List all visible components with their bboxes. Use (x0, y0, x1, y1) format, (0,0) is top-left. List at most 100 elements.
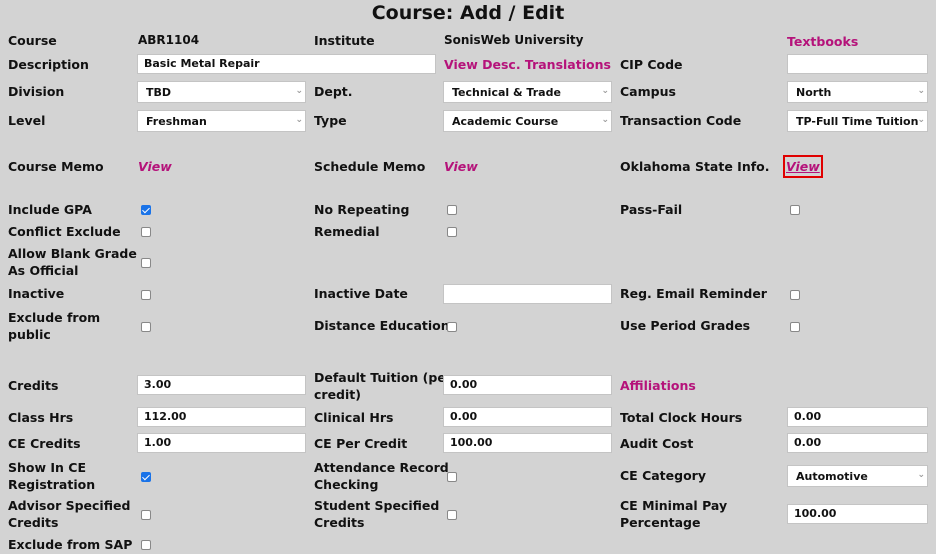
pass-fail-checkbox[interactable] (790, 205, 800, 215)
chevron-down-icon: ⌄ (917, 86, 925, 96)
ce-category-value: Automotive (796, 470, 868, 483)
student-specified-checkbox[interactable] (447, 510, 457, 520)
include-gpa-label: Include GPA (8, 202, 92, 217)
no-repeating-label: No Repeating (314, 202, 410, 217)
conflict-exclude-checkbox[interactable] (141, 227, 151, 237)
inactive-checkbox[interactable] (141, 290, 151, 300)
ce-min-pay-label-line2: Percentage (620, 515, 701, 530)
remedial-label: Remedial (314, 224, 380, 239)
dept-label: Dept. (314, 84, 353, 99)
class-hrs-input[interactable]: 112.00 (137, 407, 306, 427)
allow-blank-grade-label: Allow Blank Grade (8, 246, 137, 261)
institute-label: Institute (314, 33, 375, 48)
allow-blank-grade-checkbox[interactable] (141, 258, 151, 268)
clinical-hrs-input[interactable]: 0.00 (443, 407, 612, 427)
default-tuition-label: Default Tuition (per (314, 370, 452, 385)
default-tuition-input[interactable]: 0.00 (443, 375, 612, 395)
campus-value: North (796, 86, 832, 99)
total-clock-hours-label: Total Clock Hours (620, 410, 743, 425)
ce-min-pay-input[interactable]: 100.00 (787, 504, 928, 524)
no-repeating-checkbox[interactable] (447, 205, 457, 215)
ce-min-pay-label: CE Minimal Pay (620, 498, 728, 513)
campus-select[interactable]: North ⌄ (787, 81, 928, 103)
ce-per-credit-label: CE Per Credit (314, 436, 408, 451)
description-input[interactable]: Basic Metal Repair (137, 54, 436, 74)
exclude-public-checkbox[interactable] (141, 322, 151, 332)
default-tuition-label-line2: credit) (314, 387, 361, 402)
division-label: Division (8, 84, 65, 99)
show-in-ce-label: Show In CE (8, 460, 87, 475)
cip-code-label: CIP Code (620, 57, 683, 72)
inactive-label: Inactive (8, 286, 65, 301)
inactive-date-label: Inactive Date (314, 286, 408, 301)
chevron-down-icon: ⌄ (917, 115, 925, 125)
type-value: Academic Course (452, 115, 559, 128)
pass-fail-label: Pass-Fail (620, 202, 683, 217)
distance-education-checkbox[interactable] (447, 322, 457, 332)
total-clock-hours-input[interactable]: 0.00 (787, 407, 928, 427)
campus-label: Campus (620, 84, 676, 99)
cip-code-input[interactable] (787, 54, 928, 74)
advisor-specified-label-line2: Credits (8, 515, 59, 530)
transaction-code-select[interactable]: TP-Full Time Tuition ⌄ (787, 110, 928, 132)
level-select[interactable]: Freshman ⌄ (137, 110, 306, 132)
student-specified-label-line2: Credits (314, 515, 365, 530)
chevron-down-icon: ⌄ (295, 115, 303, 125)
allow-blank-grade-label-line2: As Official (8, 263, 79, 278)
class-hrs-label: Class Hrs (8, 410, 74, 425)
reg-email-reminder-label: Reg. Email Reminder (620, 286, 767, 301)
description-label: Description (8, 57, 89, 72)
oklahoma-state-info-label: Oklahoma State Info. (620, 159, 770, 174)
dept-value: Technical & Trade (452, 86, 561, 99)
chevron-down-icon: ⌄ (601, 115, 609, 125)
exclude-public-label: Exclude from (8, 310, 101, 325)
reg-email-reminder-checkbox[interactable] (790, 290, 800, 300)
level-value: Freshman (146, 115, 207, 128)
credits-label: Credits (8, 378, 59, 393)
remedial-checkbox[interactable] (447, 227, 457, 237)
course-memo-view-link[interactable]: View (138, 158, 172, 175)
transaction-code-label: Transaction Code (620, 113, 742, 128)
page-title: Course: Add / Edit (371, 2, 565, 24)
audit-cost-label: Audit Cost (620, 436, 694, 451)
ce-credits-input[interactable]: 1.00 (137, 433, 306, 453)
distance-education-label: Distance Education (314, 318, 450, 333)
conflict-exclude-label: Conflict Exclude (8, 224, 121, 239)
course-label: Course (8, 33, 57, 48)
ce-per-credit-input[interactable]: 100.00 (443, 433, 612, 453)
audit-cost-input[interactable]: 0.00 (787, 433, 928, 453)
institute-value: SonisWeb University (444, 33, 584, 47)
schedule-memo-label: Schedule Memo (314, 159, 426, 174)
advisor-specified-checkbox[interactable] (141, 510, 151, 520)
include-gpa-checkbox[interactable] (141, 205, 151, 215)
type-select[interactable]: Academic Course ⌄ (443, 110, 612, 132)
inactive-date-input[interactable] (443, 284, 612, 304)
dept-select[interactable]: Technical & Trade ⌄ (443, 81, 612, 103)
level-label: Level (8, 113, 46, 128)
division-select[interactable]: TBD ⌄ (137, 81, 306, 103)
ce-category-label: CE Category (620, 468, 706, 483)
ce-category-select[interactable]: Automotive ⌄ (787, 465, 928, 487)
transaction-code-value: TP-Full Time Tuition (796, 115, 919, 128)
schedule-memo-view-link[interactable]: View (444, 158, 478, 175)
attendance-label: Attendance Record (314, 460, 449, 475)
use-period-grades-checkbox[interactable] (790, 322, 800, 332)
exclude-sap-checkbox[interactable] (141, 540, 151, 550)
type-label: Type (314, 113, 347, 128)
use-period-grades-label: Use Period Grades (620, 318, 751, 333)
affiliations-link[interactable]: Affiliations (620, 377, 696, 394)
chevron-down-icon: ⌄ (917, 470, 925, 480)
credits-input[interactable]: 3.00 (137, 375, 306, 395)
view-desc-translations-link[interactable]: View Desc. Translations (444, 56, 611, 73)
attendance-label-line2: Checking (314, 477, 379, 492)
oklahoma-state-info-view-link[interactable]: View (783, 155, 823, 178)
exclude-public-label-line2: public (8, 327, 51, 342)
attendance-checkbox[interactable] (447, 472, 457, 482)
advisor-specified-label: Advisor Specified (8, 498, 131, 513)
chevron-down-icon: ⌄ (601, 86, 609, 96)
textbooks-link[interactable]: Textbooks (787, 33, 858, 50)
ce-credits-label: CE Credits (8, 436, 81, 451)
show-in-ce-label-line2: Registration (8, 477, 96, 492)
course-value: ABR1104 (138, 33, 200, 47)
show-in-ce-checkbox[interactable] (141, 472, 151, 482)
